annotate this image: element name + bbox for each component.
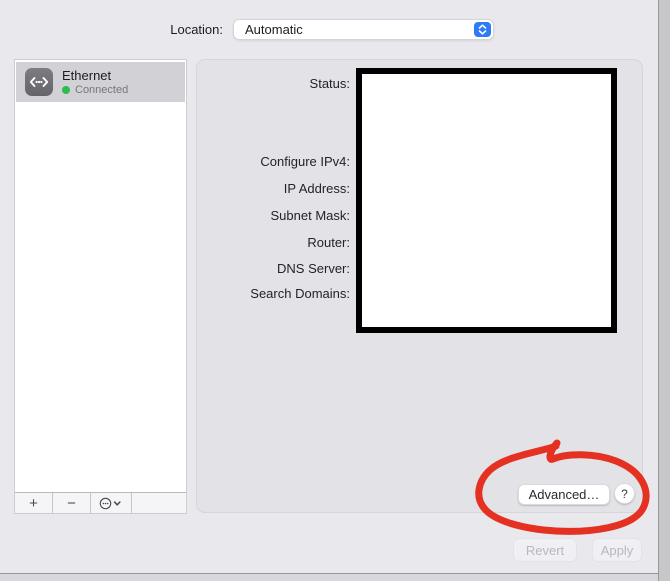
revert-button[interactable]: Revert (513, 538, 577, 562)
location-label: Location: (170, 22, 223, 37)
actions-menu-button[interactable] (91, 493, 132, 513)
location-select-value: Automatic (245, 22, 303, 37)
redaction-box (356, 68, 617, 333)
service-name: Ethernet (62, 68, 112, 83)
apply-button[interactable]: Apply (592, 538, 642, 562)
field-label-search-domains: Search Domains: (250, 286, 350, 301)
location-select[interactable]: Automatic (233, 19, 494, 40)
field-label-dns-server: DNS Server: (277, 261, 350, 276)
status-dot-icon (62, 86, 70, 94)
services-list: Ethernet Connected + − (14, 59, 187, 514)
network-preferences-window: Location: Automatic Ethernet Connected +… (0, 0, 670, 581)
service-status-row: Connected (62, 84, 128, 96)
stepper-updown-icon (474, 22, 491, 37)
help-button[interactable]: ? (614, 483, 635, 504)
service-status: Connected (75, 84, 129, 96)
remove-service-button[interactable]: − (53, 493, 91, 513)
window-right-edge (658, 0, 670, 581)
field-label-subnet-mask: Subnet Mask: (270, 208, 351, 223)
ethernet-icon (25, 68, 53, 96)
circle-ellipsis-icon (99, 497, 121, 509)
services-toolbar: + − (15, 492, 186, 513)
window-bottom-edge (0, 573, 658, 581)
field-label-status: Status: (309, 76, 350, 91)
advanced-button[interactable]: Advanced… (518, 484, 610, 505)
sidebar-item-ethernet[interactable]: Ethernet Connected (16, 62, 185, 102)
field-label-configure-ipv4: Configure IPv4: (260, 154, 350, 169)
field-label-ip-address: IP Address: (283, 181, 350, 196)
service-text: Ethernet Connected (62, 68, 128, 96)
add-service-button[interactable]: + (15, 493, 53, 513)
field-label-router: Router: (307, 235, 350, 250)
